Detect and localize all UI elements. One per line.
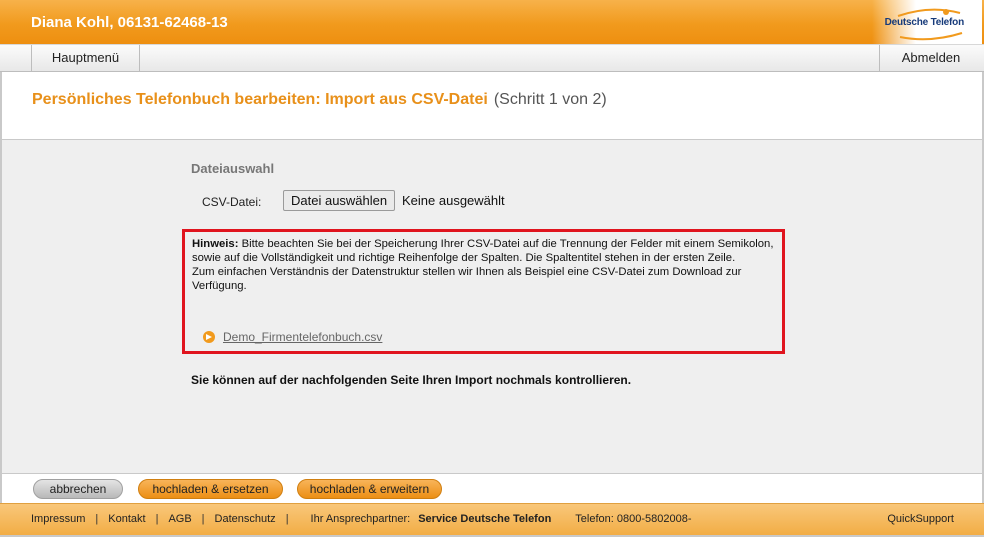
support-phone: Telefon: 0800-5802008- [575,513,692,525]
nav-bar: Hauptmenü Abmelden [0,44,984,72]
upload-extend-button[interactable]: hochladen & erweitern [297,479,442,499]
hint-label: Hinweis: [192,238,239,250]
header-bar: Diana Kohl, 06131-62468-13 Deutsche Tele… [0,0,984,44]
partner-label: Ihr Ansprechpartner: [310,513,411,525]
footer-link-datenschutz[interactable]: Datenschutz [215,513,276,525]
partner-name: Service Deutsche Telefon [418,513,552,525]
hint-box: Hinweis: Bitte beachten Sie bei der Spei… [182,229,785,354]
content-area: Dateiauswahl CSV-Datei: Datei auswählen … [2,140,982,473]
footer-link-agb[interactable]: AGB [168,513,191,525]
quicksupport-link[interactable]: QuickSupport [887,513,954,525]
logo: Deutsche Telefon [872,0,982,44]
logout-button[interactable]: Abmelden [879,45,982,72]
main-menu-button[interactable]: Hauptmenü [31,45,140,72]
page-title-text: Persönliches Telefonbuch bearbeiten: Imp… [32,91,488,108]
demo-csv-link[interactable]: Demo_Firmentelefonbuch.csv [203,330,382,344]
footer-separator: | [285,513,289,525]
footer-separator: | [95,513,99,525]
logo-text: Deutsche Telefon [884,17,965,28]
footer-separator: | [155,513,159,525]
import-note: Sie können auf der nachfolgenden Seite I… [191,373,632,387]
footer-link-impressum[interactable]: Impressum [31,513,85,525]
page-title: Persönliches Telefonbuch bearbeiten: Imp… [32,91,607,109]
footer-separator: | [201,513,205,525]
upload-replace-button[interactable]: hochladen & ersetzen [138,479,283,499]
user-title: Diana Kohl, 06131-62468-13 [31,14,228,31]
footer-link-kontakt[interactable]: Kontakt [108,513,145,525]
cancel-button[interactable]: abbrechen [33,479,123,499]
footer-links: Impressum | Kontakt | AGB | Datenschutz … [31,513,692,525]
hint-text-1: Bitte beachten Sie bei der Speicherung I… [192,238,774,264]
page-step: (Schritt 1 von 2) [493,91,607,108]
footer-bar: Impressum | Kontakt | AGB | Datenschutz … [0,503,984,535]
hint-text-2: Zum einfachen Verständnis der Datenstruk… [192,266,742,292]
hint-text: Hinweis: Bitte beachten Sie bei der Spei… [192,237,782,293]
csv-file-label: CSV-Datei: [202,195,262,209]
file-status: Keine ausgewählt [402,193,505,208]
title-area: Persönliches Telefonbuch bearbeiten: Imp… [2,72,982,140]
demo-csv-link-text[interactable]: Demo_Firmentelefonbuch.csv [223,330,382,344]
arrow-right-icon [203,331,215,343]
action-bar: abbrechen hochladen & ersetzen hochladen… [2,473,982,503]
section-title: Dateiauswahl [191,161,275,176]
choose-file-button[interactable]: Datei auswählen [283,190,396,211]
